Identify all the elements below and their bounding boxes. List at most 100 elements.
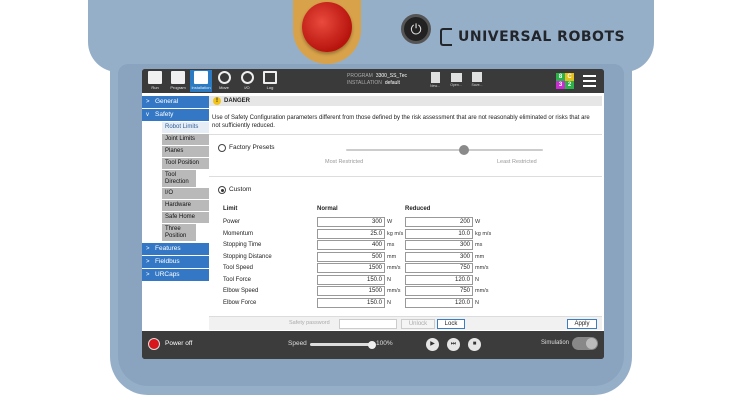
step-button[interactable]: ⏭ <box>447 338 460 351</box>
sidebar-item-label: Planes <box>165 148 184 154</box>
save-icon <box>472 72 482 82</box>
sidebar-item-label: Tool Direction <box>165 172 189 185</box>
ur-logo-icon <box>440 28 452 46</box>
least-restricted-label: Least Restricted <box>497 159 537 165</box>
unlock-button[interactable]: Unlock <box>401 319 435 329</box>
power-off-label: Power off <box>165 340 193 347</box>
preset-slider[interactable] <box>346 145 543 155</box>
status-indicator[interactable]: 8 C 3 2 <box>556 73 574 89</box>
brand-logo: UNIVERSAL ROBOTS <box>440 27 625 47</box>
tab-move[interactable]: Move <box>213 70 235 92</box>
program-info: PROGRAM 3300_SS_Tec INSTALLATION default <box>347 73 407 87</box>
normal-value-field[interactable]: 1500 <box>317 263 385 273</box>
speed-slider-handle[interactable] <box>368 340 376 349</box>
reduced-unit: N <box>475 299 479 306</box>
tab-run-label: Run <box>151 85 159 90</box>
reduced-unit: mm/s <box>475 288 489 294</box>
brand-name: UNIVERSAL ROBOTS <box>458 29 626 45</box>
reduced-value-field[interactable]: 750 <box>405 263 473 273</box>
save-file-button[interactable]: Save... <box>468 71 486 91</box>
tab-program-label: Program <box>170 85 186 90</box>
open-file-button[interactable]: Open... <box>447 71 465 91</box>
normal-unit: mm <box>387 253 397 260</box>
tab-move-label: Move <box>219 85 229 90</box>
factory-presets-radio[interactable] <box>218 144 226 152</box>
sidebar-item-joint-limits[interactable]: Joint Limits <box>162 134 209 146</box>
custom-label: Custom <box>229 186 252 193</box>
preset-slider-handle[interactable] <box>459 145 470 155</box>
reduced-value-field[interactable]: 120.0 <box>405 297 473 308</box>
sidebar-item-features[interactable]: > Features <box>142 243 209 255</box>
safety-password-input[interactable] <box>339 319 397 329</box>
limit-row-label: Power <box>223 219 241 225</box>
divider <box>209 176 602 177</box>
sidebar-item-tool-position[interactable]: Tool Position <box>162 158 209 170</box>
pendant-power-button[interactable]: ⏻ <box>401 14 431 44</box>
program-key: PROGRAM <box>347 73 373 79</box>
stop-button[interactable]: ■ <box>468 338 481 351</box>
sidebar-item-label: I/O <box>165 190 174 196</box>
normal-value-field[interactable]: 500 <box>317 251 385 262</box>
log-icon <box>263 71 277 84</box>
tab-program[interactable]: Program <box>167 70 189 92</box>
play-button[interactable]: ▶ <box>426 338 439 351</box>
normal-value-field[interactable]: 25.0 <box>317 228 385 239</box>
reduced-value-field[interactable]: 750 <box>405 286 473 296</box>
move-icon <box>217 71 231 84</box>
sidebar-item-label: URCaps <box>155 271 180 278</box>
program-name: 3300_SS_Tec <box>375 73 407 79</box>
sidebar-item-general[interactable]: > General <box>142 96 209 108</box>
program-icon <box>171 71 185 84</box>
speed-label: Speed <box>288 340 307 347</box>
chevron-right-icon: > <box>146 259 150 265</box>
sidebar-item-urcaps[interactable]: > URCaps <box>142 269 209 281</box>
chevron-right-icon: > <box>146 272 150 278</box>
status-value: 2 <box>565 81 574 89</box>
sidebar-item-robot-limits[interactable]: Robot Limits <box>162 122 209 134</box>
open-folder-icon <box>450 73 462 82</box>
chevron-right-icon: > <box>146 246 150 252</box>
sidebar-item-planes[interactable]: Planes <box>162 146 209 158</box>
reduced-value-field[interactable]: 300 <box>405 251 473 262</box>
hamburger-menu-icon[interactable] <box>583 75 596 87</box>
tab-log[interactable]: Log <box>259 70 281 92</box>
normal-value-field[interactable]: 400 <box>317 240 385 250</box>
normal-value-field[interactable]: 300 <box>317 217 385 227</box>
pendant-screen: Run Program Installation Move I/O Log PR… <box>142 69 604 359</box>
simulation-toggle[interactable] <box>572 337 598 350</box>
reduced-value-field[interactable]: 120.0 <box>405 274 473 285</box>
power-off-button[interactable] <box>148 338 160 350</box>
limit-row-label: Stopping Time <box>223 242 262 248</box>
tab-run[interactable]: Run <box>144 70 166 92</box>
stop-icon: ■ <box>472 341 477 347</box>
normal-value-field[interactable]: 150.0 <box>317 297 385 308</box>
status-value: C <box>565 73 574 81</box>
normal-value-field[interactable]: 150.0 <box>317 274 385 285</box>
tab-io[interactable]: I/O <box>236 70 258 92</box>
sidebar-item-fieldbus[interactable]: > Fieldbus <box>142 256 209 268</box>
emergency-stop-button[interactable] <box>302 2 352 52</box>
danger-banner: ! DANGER <box>209 96 602 106</box>
tab-log-label: Log <box>266 85 274 90</box>
normal-unit: N <box>387 299 391 306</box>
lock-button[interactable]: Lock <box>437 319 465 329</box>
sidebar-item-hardware[interactable]: Hardware <box>162 200 209 212</box>
normal-value-field[interactable]: 1500 <box>317 286 385 296</box>
sidebar-item-io[interactable]: I/O <box>162 188 209 200</box>
new-file-button[interactable]: New... <box>426 71 444 91</box>
save-file-label: Save... <box>471 83 483 87</box>
sidebar-item-three-position[interactable]: Three Position <box>162 224 196 242</box>
robot-limits-panel: ! DANGER Use of Safety Configuration par… <box>209 93 604 331</box>
speed-slider[interactable] <box>310 340 376 349</box>
reduced-value-field[interactable]: 200 <box>405 217 473 227</box>
reduced-value-field[interactable]: 10.0 <box>405 228 473 239</box>
custom-radio[interactable] <box>218 186 226 194</box>
limit-row-label: Tool Force <box>223 276 252 283</box>
sidebar-item-safe-home[interactable]: Safe Home <box>162 212 209 224</box>
sidebar-item-tool-direction[interactable]: Tool Direction <box>162 170 196 188</box>
apply-button[interactable]: Apply <box>567 319 597 329</box>
run-icon <box>148 71 162 84</box>
tab-installation[interactable]: Installation <box>190 70 212 92</box>
sidebar-item-safety[interactable]: v Safety <box>142 109 209 121</box>
reduced-value-field[interactable]: 300 <box>405 240 473 250</box>
